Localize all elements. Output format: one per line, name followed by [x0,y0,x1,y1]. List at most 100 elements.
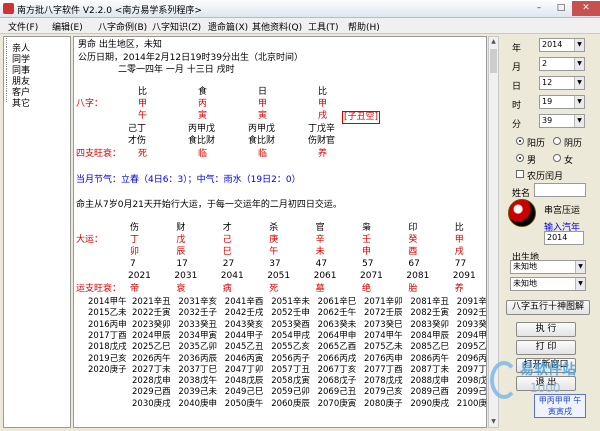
liunian-year: 2062壬午 [317,308,357,319]
gender-region-line: 男命 出生地区，未知 [78,40,162,50]
liunian-year: 2056丙子 [271,353,310,364]
male-label: 男 [527,156,537,166]
dayun-age: 67 [408,259,420,269]
birthplace-select-city[interactable]: 未知地 ▼ [510,277,586,291]
liunian-year: 2073癸巳 [364,319,403,330]
solar-date-line: 公历日期，2014年2月12日19时39分出生（北京时间） [78,53,303,63]
liunian-year: 2015乙未 [88,308,127,319]
minimize-button[interactable]: – [528,1,550,16]
menu-bazi-cases[interactable]: 八字命例(B) [98,20,147,33]
close-button[interactable]: ✕ [572,1,600,16]
month-label: 月 [512,63,522,73]
run-button[interactable]: 执 行 [516,322,576,337]
liunian-year: 2047丁卯 [224,364,264,375]
dayun-age: 27 [222,259,235,269]
liunian-year: 2061辛巳 [317,297,357,307]
hour-select[interactable]: 19 ▼ [539,95,585,109]
liunian-year: 2020庚子 [88,364,127,375]
liunian-year: 2057丁丑 [271,364,310,375]
liunian-year: 2031辛亥 [178,297,218,307]
tree-item-others[interactable]: 其它 [6,91,30,109]
liunian-year: 2085乙巳 [410,342,450,353]
month-select[interactable]: 2 ▼ [539,57,585,71]
liunian-year: 2063癸未 [317,319,357,330]
liunian-year: 2014甲午 [88,297,127,307]
dayun-year: 2061 [313,271,337,281]
female-label: 女 [564,156,574,166]
input-year-field[interactable]: 2014 [544,231,584,245]
scroll-down-icon[interactable]: ▼ [489,417,498,427]
menu-edit[interactable]: 编辑(E) [52,20,83,33]
liunian-year: 2097丁巳 [456,364,487,375]
male-radio[interactable] [516,154,524,162]
bazi-result-panel[interactable]: 男命 出生地区，未知 公历日期，2014年2月12日19时39分出生（北京时间）… [73,36,487,428]
scroll-up-icon[interactable]: ▲ [489,37,498,47]
wuxing-chart-button[interactable]: 八字五行十神图解 [506,300,590,315]
pillar-shishen: 食 [198,87,208,97]
yun-wangshuai-label: 运支旺衰： [76,284,122,294]
liunian-year: 2032壬子 [178,308,218,319]
liunian-year: 2098戊午 [456,376,487,387]
dayun-age: 37 [269,259,281,269]
dayun-start-line: 命主从7岁0月21天开始行大运，于每一交运年的二月初四日交运。 [76,200,342,210]
liunian-year: 2045乙丑 [224,342,264,353]
liunian-year: 2084甲辰 [410,330,450,341]
female-radio[interactable] [553,154,561,162]
pillar-branch: 寅 [258,111,268,121]
dayun-year: 2051 [267,271,291,281]
liunian-year: 2099己未 [456,387,487,398]
liunian-year: 2088戊申 [410,376,450,387]
maximize-button[interactable]: □ [550,1,572,16]
liunian-year: 2092壬子 [456,308,487,319]
menu-bazi-knowledge[interactable]: 八字知识(Z) [152,20,201,33]
liunian-year: 2083癸卯 [410,319,450,330]
chevron-down-icon: ▼ [574,39,584,51]
watermark-sub: 1000 [530,381,561,395]
year-select[interactable]: 2014 ▼ [539,38,585,52]
scroll-thumb[interactable] [490,49,497,73]
print-button[interactable]: 打 印 [516,340,576,355]
pillar-shishen: 比 [138,87,148,97]
year-label: 年 [512,44,522,54]
hour-label: 时 [512,101,522,111]
kongwang-badge: [子丑空] [342,111,381,124]
dayun-shishen: 伤 [130,223,140,233]
hidden-stems: 丙甲戊 [248,124,276,134]
liunian-year: 2037丁巳 [178,364,218,375]
dayun-shishen: 官 [315,223,325,233]
hidden-shishen: 伤财官 [308,136,336,146]
liunian-year: 2096丙辰 [456,353,487,364]
liunian-year: 2089己酉 [410,387,450,398]
liunian-year: 2090庚戌 [410,398,450,409]
solar-calendar-radio[interactable] [516,137,524,145]
liunian-year: 2065乙酉 [317,342,357,353]
menu-help[interactable]: 帮助(H) [348,20,380,33]
hidden-stems: 己丁 [128,124,147,134]
hidden-stems: 丙甲戊 [188,124,216,134]
liunian-year: 2064甲申 [317,330,357,341]
menu-other-data[interactable]: 其他资料(Q) [252,20,302,33]
menu-yiming[interactable]: 遗命篇(X) [208,20,248,33]
name-input[interactable] [534,183,586,197]
yun-wangshuai: 病 [222,284,232,294]
leap-month-checkbox[interactable] [516,170,524,178]
leap-month-label: 农历闰月 [527,172,564,182]
menu-tools[interactable]: 工具(T) [308,20,339,33]
chevron-down-icon: ▼ [575,261,585,273]
birthplace-select-province[interactable]: 未知地 ▼ [510,260,586,274]
dayun-stem: 甲 [454,235,464,245]
liunian-year: 2054甲戌 [271,330,310,341]
menu-file[interactable]: 文件(F) [8,20,38,33]
lunar-calendar-radio[interactable] [553,137,561,145]
lunar-calendar-label: 阴历 [564,139,583,149]
day-select[interactable]: 12 ▼ [539,76,585,90]
liunian-year: 2048戊辰 [224,376,264,387]
minute-select[interactable]: 39 ▼ [539,114,585,128]
liunian-year: 2028戊申 [132,376,171,387]
dayun-stem: 辛 [315,235,325,245]
window-title: 南方批八字软件 V2.2.0 <南方易学系列程序> [17,6,202,16]
liunian-year: 2060庚辰 [271,398,310,409]
liunian-year: 2044甲子 [224,330,264,341]
day-label: 日 [512,82,522,92]
pillar-stem: 甲 [258,99,268,109]
